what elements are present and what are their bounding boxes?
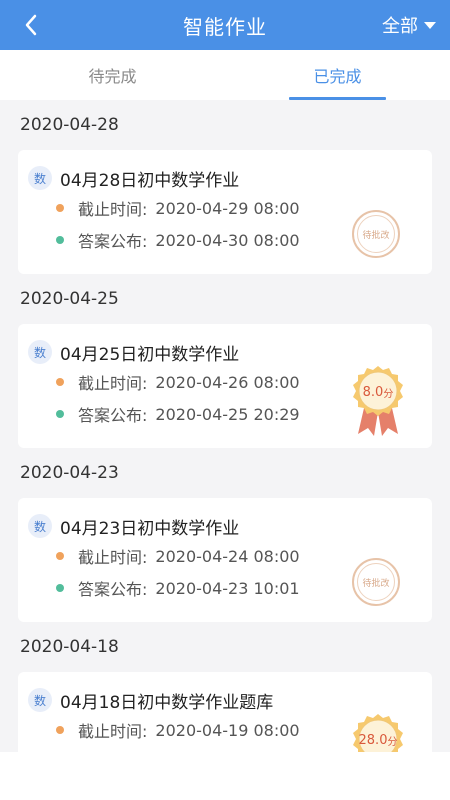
- deadline-label: 截止时间:: [78, 200, 148, 219]
- deadline-label: 截止时间:: [78, 722, 148, 741]
- answer-label: 答案公布:: [78, 406, 148, 425]
- homework-card[interactable]: 数 04月18日初中数学作业题库 截止时间: 2020-04-19 08:00 …: [18, 672, 432, 752]
- homework-card[interactable]: 数 04月28日初中数学作业 截止时间: 2020-04-29 08:00 答案…: [18, 150, 432, 274]
- deadline-dot-icon: [56, 204, 64, 212]
- homework-title: 04月18日初中数学作业题库: [60, 692, 274, 713]
- homework-card[interactable]: 数 04月23日初中数学作业 截止时间: 2020-04-24 08:00 答案…: [18, 498, 432, 622]
- date-header: 2020-04-23: [20, 463, 119, 483]
- subject-icon: 数: [28, 340, 52, 364]
- tab-pending[interactable]: 待完成: [0, 50, 225, 100]
- deadline-label: 截止时间:: [78, 548, 148, 567]
- score-value: 28.0 分: [358, 732, 398, 748]
- deadline-dot-icon: [56, 726, 64, 734]
- deadline-value: 2020-04-26 08:00: [155, 372, 300, 392]
- filter-dropdown[interactable]: 全部: [382, 12, 436, 38]
- deadline-label: 截止时间:: [78, 374, 148, 393]
- date-header: 2020-04-28: [20, 115, 119, 135]
- pending-review-stamp: 待批改: [352, 558, 400, 606]
- answer-dot-icon: [56, 584, 64, 592]
- stamp-text: 待批改: [362, 230, 390, 241]
- answer-value: 2020-04-23 10:01: [155, 578, 300, 598]
- homework-title: 04月23日初中数学作业: [60, 518, 240, 539]
- score-value: 8.0 分: [362, 384, 394, 400]
- score-medal-icon: 8.0 分: [350, 364, 406, 440]
- deadline-value: 2020-04-19 08:00: [155, 720, 300, 740]
- tab-completed[interactable]: 已完成: [225, 50, 450, 100]
- subject-icon: 数: [28, 514, 52, 538]
- stamp-text: 待批改: [362, 578, 390, 589]
- score-medal-icon: 28.0 分: [350, 712, 406, 752]
- top-bar: 智能作业 全部: [0, 0, 450, 50]
- date-header: 2020-04-25: [20, 289, 119, 309]
- homework-title: 04月28日初中数学作业: [60, 170, 240, 191]
- date-header: 2020-04-18: [20, 637, 119, 657]
- app-screen: 智能作业 全部 待完成 已完成 2020-04-28 数 04月28日初中数学作…: [0, 0, 450, 752]
- filter-label: 全部: [382, 16, 418, 37]
- homework-list: 2020-04-28 数 04月28日初中数学作业 截止时间: 2020-04-…: [0, 100, 450, 752]
- back-button[interactable]: [14, 8, 48, 42]
- deadline-dot-icon: [56, 378, 64, 386]
- caret-down-icon: [424, 21, 436, 29]
- tab-bar: 待完成 已完成: [0, 50, 450, 100]
- answer-label: 答案公布:: [78, 232, 148, 251]
- deadline-value: 2020-04-29 08:00: [155, 198, 300, 218]
- subject-icon: 数: [28, 166, 52, 190]
- answer-value: 2020-04-25 20:29: [155, 404, 300, 424]
- deadline-dot-icon: [56, 552, 64, 560]
- homework-title: 04月25日初中数学作业: [60, 344, 240, 365]
- answer-dot-icon: [56, 236, 64, 244]
- homework-card[interactable]: 数 04月25日初中数学作业 截止时间: 2020-04-26 08:00 答案…: [18, 324, 432, 448]
- subject-icon: 数: [28, 688, 52, 712]
- chevron-left-icon: [25, 14, 37, 36]
- answer-label: 答案公布:: [78, 580, 148, 599]
- answer-dot-icon: [56, 410, 64, 418]
- page-title: 智能作业: [183, 14, 267, 39]
- deadline-value: 2020-04-24 08:00: [155, 546, 300, 566]
- pending-review-stamp: 待批改: [352, 210, 400, 258]
- answer-value: 2020-04-30 08:00: [155, 230, 300, 250]
